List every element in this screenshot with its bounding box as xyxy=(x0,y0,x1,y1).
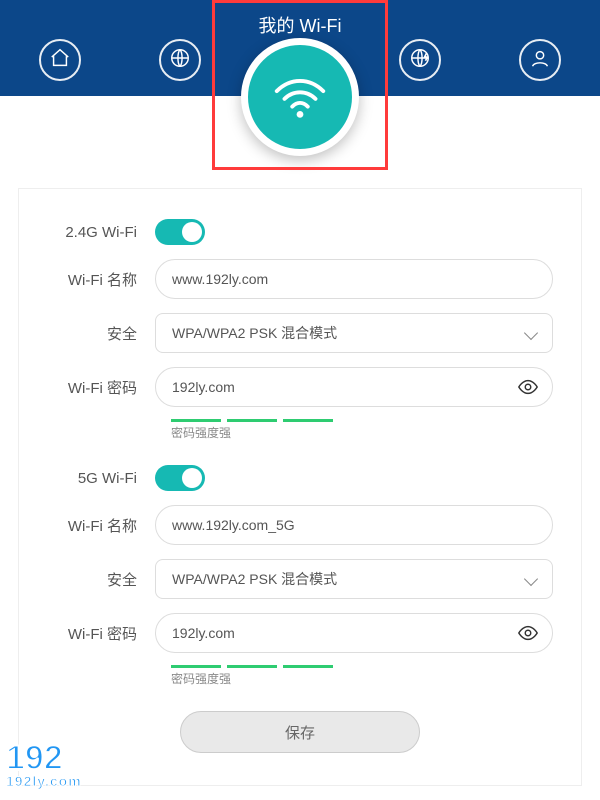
show-password-5g-button[interactable] xyxy=(517,622,539,644)
security-24-label: 安全 xyxy=(47,323,155,344)
eye-icon xyxy=(517,631,539,648)
nav-user[interactable] xyxy=(519,39,561,81)
password-5g-label: Wi-Fi 密码 xyxy=(47,623,155,644)
password-24-strength-bars xyxy=(155,411,553,424)
nav-home[interactable] xyxy=(39,39,81,81)
globe-icon xyxy=(169,47,191,73)
ssid-5g-input[interactable] xyxy=(155,505,553,545)
save-button[interactable]: 保存 xyxy=(180,711,420,753)
password-5g-strength-text: 密码强度强 xyxy=(155,670,553,687)
security-5g-value: WPA/WPA2 PSK 混合模式 xyxy=(172,569,337,589)
password-24-input[interactable] xyxy=(155,367,553,407)
band-24-label: 2.4G Wi-Fi xyxy=(47,224,155,241)
wifi-24-toggle[interactable] xyxy=(155,219,205,245)
security-24-select[interactable]: WPA/WPA2 PSK 混合模式 xyxy=(155,313,553,353)
settings-panel: 2.4G Wi-Fi Wi-Fi 名称 安全 WPA/WPA2 PSK 混合模式… xyxy=(18,188,582,786)
wifi-icon xyxy=(269,64,331,130)
page-title: 我的 Wi-Fi xyxy=(259,12,342,38)
ssid-5g-label: Wi-Fi 名称 xyxy=(47,515,155,536)
band-5g-label: 5G Wi-Fi xyxy=(47,470,155,487)
password-5g-strength-bars xyxy=(155,657,553,670)
security-24-value: WPA/WPA2 PSK 混合模式 xyxy=(172,323,337,343)
ssid-24-label: Wi-Fi 名称 xyxy=(47,269,155,290)
ssid-24-input[interactable] xyxy=(155,259,553,299)
home-icon xyxy=(49,47,71,73)
wifi-5g-toggle[interactable] xyxy=(155,465,205,491)
nav-wifi[interactable] xyxy=(241,38,359,156)
show-password-24-button[interactable] xyxy=(517,376,539,398)
security-5g-label: 安全 xyxy=(47,569,155,590)
password-24-label: Wi-Fi 密码 xyxy=(47,377,155,398)
password-24-strength-text: 密码强度强 xyxy=(155,424,553,441)
nav-diagnostics[interactable] xyxy=(399,39,441,81)
password-5g-input[interactable] xyxy=(155,613,553,653)
globe-bolt-icon xyxy=(409,47,431,73)
nav-internet[interactable] xyxy=(159,39,201,81)
security-5g-select[interactable]: WPA/WPA2 PSK 混合模式 xyxy=(155,559,553,599)
user-icon xyxy=(529,47,551,73)
eye-icon xyxy=(517,385,539,402)
